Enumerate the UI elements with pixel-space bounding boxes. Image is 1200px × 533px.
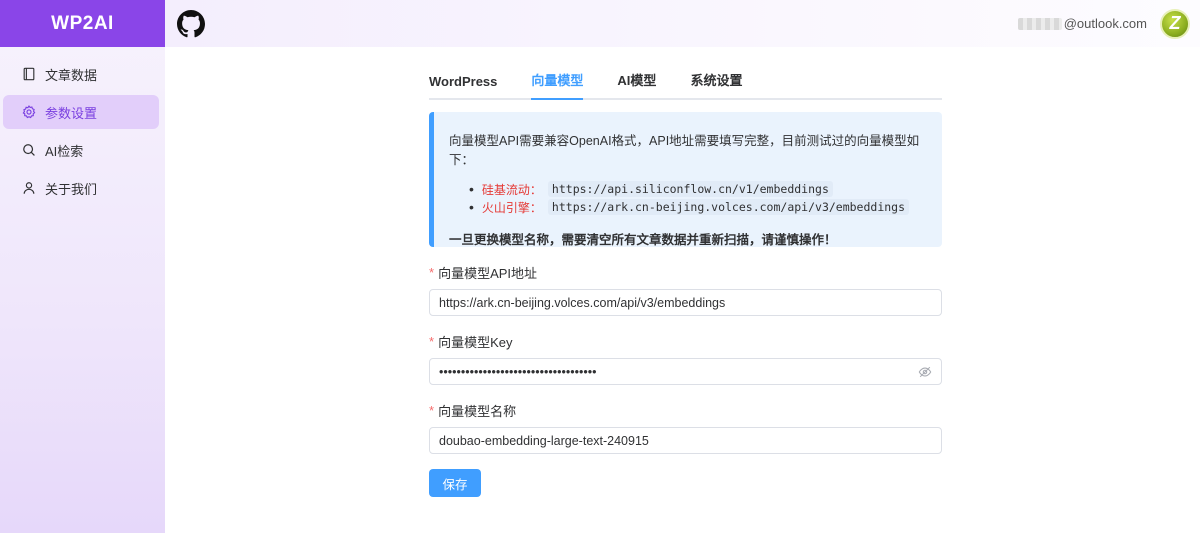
- notebook-icon: [21, 66, 37, 82]
- sidebar-item-settings[interactable]: 参数设置: [3, 95, 159, 129]
- sidebar-menu: 文章数据 参数设置 AI检索 关于我们: [0, 47, 165, 205]
- alert-warning: 一旦更换模型名称，需要清空所有文章数据并重新扫描，请谨慎操作！: [449, 233, 837, 247]
- model-name-input-wrapper: [429, 427, 942, 454]
- github-icon[interactable]: [177, 9, 205, 38]
- api-url-input[interactable]: [439, 295, 932, 310]
- model-name-label: 向量模型名称: [438, 403, 517, 419]
- form-label: * 向量模型Key: [429, 333, 942, 350]
- provider-url: https://ark.cn-beijing.volces.com/api/v3…: [547, 199, 910, 215]
- api-key-label: 向量模型Key: [438, 334, 513, 350]
- sidebar-item-label: 参数设置: [45, 105, 98, 121]
- search-icon: [21, 142, 37, 158]
- form-label: * 向量模型名称: [429, 402, 942, 419]
- tab-vector-model[interactable]: 向量模型: [531, 70, 584, 100]
- user-icon: [21, 180, 37, 196]
- tab-system-settings[interactable]: 系统设置: [690, 70, 742, 98]
- alert-intro: 向量模型API需要兼容OpenAI格式，API地址需要填写完整，目前测试过的向量…: [449, 134, 920, 167]
- required-mark: *: [429, 333, 435, 349]
- eye-off-icon[interactable]: [918, 365, 932, 379]
- api-url-input-wrapper: [429, 289, 942, 316]
- tab-bar: WordPress 向量模型 AI模型 系统设置: [429, 47, 942, 100]
- sidebar-item-article-data[interactable]: 文章数据: [3, 57, 159, 91]
- form-item-model-name: * 向量模型名称: [429, 402, 942, 454]
- sidebar-item-label: 文章数据: [45, 67, 98, 83]
- tab-ai-model[interactable]: AI模型: [617, 70, 656, 98]
- main-area: WordPress 向量模型 AI模型 系统设置 向量模型API需要兼容Open…: [165, 47, 1200, 533]
- gear-icon: [21, 104, 37, 120]
- model-name-input[interactable]: [439, 433, 932, 448]
- api-key-input[interactable]: [439, 364, 918, 379]
- app-logo[interactable]: WP2AI: [0, 0, 165, 47]
- list-item: 火山引擎： https://ark.cn-beijing.volces.com/…: [469, 198, 924, 216]
- provider-name: 硅基流动：: [481, 182, 542, 197]
- api-key-input-wrapper: [429, 358, 942, 385]
- provider-name: 火山引擎：: [481, 200, 542, 215]
- form-item-api-key: * 向量模型Key: [429, 333, 942, 385]
- sidebar-item-label: 关于我们: [45, 181, 98, 197]
- sidebar-item-label: AI检索: [45, 143, 84, 159]
- provider-list: 硅基流动： https://api.siliconflow.cn/v1/embe…: [469, 180, 924, 216]
- user-info: @outlook.com Z: [1017, 8, 1190, 39]
- required-mark: *: [429, 264, 435, 280]
- info-alert: 向量模型API需要兼容OpenAI格式，API地址需要填写完整，目前测试过的向量…: [429, 112, 942, 247]
- provider-url: https://api.siliconflow.cn/v1/embeddings: [547, 181, 833, 197]
- save-button[interactable]: 保存: [429, 469, 481, 497]
- list-item: 硅基流动： https://api.siliconflow.cn/v1/embe…: [469, 180, 924, 198]
- top-header: @outlook.com Z: [165, 0, 1200, 47]
- email-redacted: [1017, 17, 1062, 30]
- form-item-api-url: * 向量模型API地址: [429, 264, 942, 316]
- api-url-label: 向量模型API地址: [438, 265, 538, 281]
- user-email: @outlook.com: [1063, 16, 1147, 31]
- form-label: * 向量模型API地址: [429, 264, 942, 281]
- sidebar: WP2AI 文章数据 参数设置 AI检索 关于我们: [0, 0, 165, 533]
- tab-wordpress[interactable]: WordPress: [429, 74, 497, 98]
- avatar[interactable]: Z: [1160, 8, 1190, 39]
- settings-panel: WordPress 向量模型 AI模型 系统设置 向量模型API需要兼容Open…: [429, 47, 942, 497]
- sidebar-item-about-us[interactable]: 关于我们: [3, 171, 159, 205]
- sidebar-item-ai-search[interactable]: AI检索: [3, 133, 159, 167]
- required-mark: *: [429, 402, 435, 418]
